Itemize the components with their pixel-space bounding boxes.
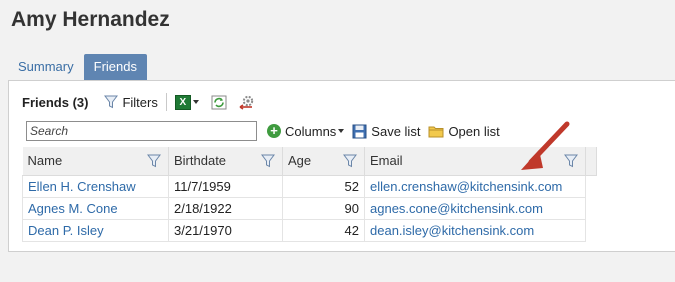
birthdate-cell: 2/18/1922 bbox=[168, 197, 283, 220]
table-row: Agnes M. Cone 2/18/1922 90 agnes.cone@ki… bbox=[22, 197, 597, 220]
filters-button[interactable]: Filters bbox=[104, 94, 158, 110]
filters-label: Filters bbox=[122, 94, 158, 110]
friend-name-link[interactable]: Dean P. Isley bbox=[22, 219, 169, 242]
table-row: Dean P. Isley 3/21/1970 42 dean.isley@ki… bbox=[22, 219, 597, 242]
funnel-icon[interactable] bbox=[147, 154, 161, 168]
grid-title: Friends (3) bbox=[22, 94, 89, 110]
columns-button[interactable]: + Columns bbox=[267, 123, 345, 139]
friend-name-link[interactable]: Agnes M. Cone bbox=[22, 197, 169, 220]
columns-label: Columns bbox=[285, 123, 337, 139]
open-list-button[interactable]: Open list bbox=[428, 123, 500, 139]
settings-icon[interactable] bbox=[239, 95, 255, 110]
save-list-label: Save list bbox=[371, 123, 421, 139]
open-list-label: Open list bbox=[448, 123, 500, 139]
table-header-row: Name Birthdate Age Email bbox=[22, 147, 597, 176]
email-link[interactable]: ellen.crenshaw@kitchensink.com bbox=[364, 175, 586, 198]
column-header-age[interactable]: Age bbox=[282, 147, 365, 176]
tab-friends[interactable]: Friends bbox=[83, 54, 147, 80]
column-header-label: Name bbox=[27, 153, 63, 169]
email-link[interactable]: agnes.cone@kitchensink.com bbox=[364, 197, 586, 220]
birthdate-cell: 3/21/1970 bbox=[168, 219, 283, 242]
table-row: Ellen H. Crenshaw 11/7/1959 52 ellen.cre… bbox=[22, 175, 597, 198]
chevron-down-icon bbox=[338, 129, 345, 133]
funnel-icon[interactable] bbox=[343, 154, 357, 168]
column-header-label: Email bbox=[370, 153, 403, 169]
friends-table: Name Birthdate Age Email Ellen H. Crensh… bbox=[22, 147, 597, 242]
funnel-icon[interactable] bbox=[261, 154, 275, 168]
friends-panel: Friends (3) Filters X + Colu bbox=[8, 80, 675, 252]
save-icon bbox=[352, 124, 367, 138]
tab-summary[interactable]: Summary bbox=[8, 54, 84, 80]
column-header-birthdate[interactable]: Birthdate bbox=[168, 147, 283, 176]
export-excel-button[interactable]: X bbox=[174, 94, 199, 110]
excel-icon: X bbox=[174, 94, 191, 110]
search-row: + Columns Save list Open list bbox=[26, 121, 500, 141]
funnel-icon bbox=[104, 95, 119, 109]
refresh-icon[interactable] bbox=[211, 95, 227, 110]
chevron-down-icon bbox=[192, 100, 199, 104]
email-link[interactable]: dean.isley@kitchensink.com bbox=[364, 219, 586, 242]
column-header-spacer bbox=[585, 147, 597, 176]
funnel-icon[interactable] bbox=[564, 154, 578, 168]
column-header-label: Birthdate bbox=[174, 153, 227, 169]
column-header-label: Age bbox=[288, 153, 312, 169]
birthdate-cell: 11/7/1959 bbox=[168, 175, 283, 198]
column-header-name[interactable]: Name bbox=[22, 147, 169, 176]
column-header-email[interactable]: Email bbox=[364, 147, 586, 176]
toolbar-divider bbox=[165, 93, 167, 111]
search-input[interactable] bbox=[26, 121, 257, 141]
plus-icon: + bbox=[267, 124, 281, 138]
save-list-button[interactable]: Save list bbox=[352, 124, 420, 139]
folder-icon bbox=[428, 126, 444, 137]
age-cell: 90 bbox=[282, 197, 365, 220]
tab-bar: Summary Friends bbox=[8, 54, 147, 80]
grid-toolbar: Friends (3) Filters X bbox=[22, 92, 255, 112]
friend-name-link[interactable]: Ellen H. Crenshaw bbox=[22, 175, 169, 198]
age-cell: 52 bbox=[282, 175, 365, 198]
age-cell: 42 bbox=[282, 219, 365, 242]
page-title: Amy Hernandez bbox=[11, 8, 170, 31]
